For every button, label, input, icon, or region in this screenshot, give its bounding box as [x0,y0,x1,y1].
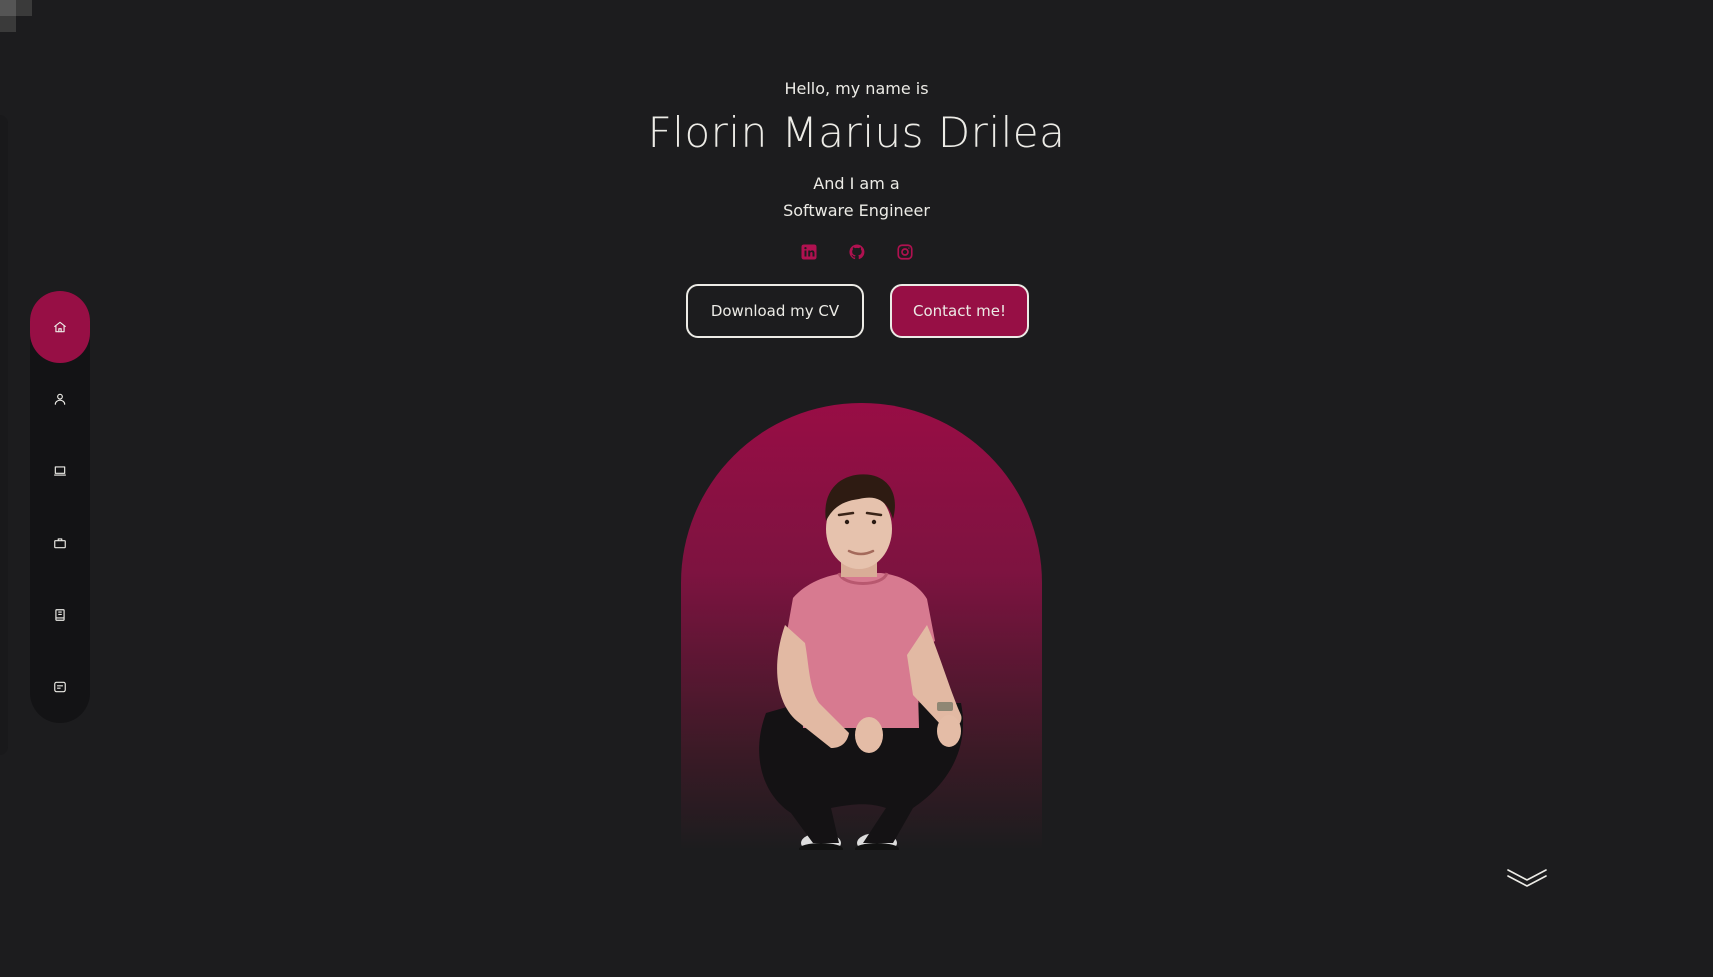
role-text: Software Engineer [783,201,930,220]
sidebar-item-experience[interactable] [30,507,90,579]
github-icon [849,244,865,260]
instagram-link[interactable] [896,243,914,261]
linkedin-link[interactable] [800,243,818,261]
user-icon [54,393,66,405]
sidebar-item-skills[interactable] [30,435,90,507]
profile-portrait [681,403,1042,850]
download-cv-button[interactable]: Download my CV [686,284,864,338]
role-intro-text: And I am a [813,174,900,193]
github-link[interactable] [848,243,866,261]
instagram-icon [897,244,913,260]
page-title: Florin Marius Drilea [647,108,1066,157]
corner-mark [0,0,32,32]
briefcase-icon [54,538,66,549]
profile-photo [759,474,964,850]
sidebar-nav [30,291,90,723]
message-icon [54,681,66,693]
contact-button[interactable]: Contact me! [890,284,1029,338]
home-icon [54,321,66,333]
linkedin-icon [801,244,817,260]
sidebar-item-about[interactable] [30,363,90,435]
sidebar-item-contact[interactable] [30,651,90,723]
book-icon [55,609,65,621]
greeting-text: Hello, my name is [784,79,929,98]
social-links [800,242,914,262]
chevrons-down-icon [1507,869,1547,887]
scroll-down-button[interactable] [1506,866,1548,890]
page: Hello, my name is Florin Marius Drilea A… [0,0,1713,977]
laptop-icon [54,466,66,476]
sidebar-item-projects[interactable] [30,579,90,651]
sidebar-item-home[interactable] [30,291,90,363]
